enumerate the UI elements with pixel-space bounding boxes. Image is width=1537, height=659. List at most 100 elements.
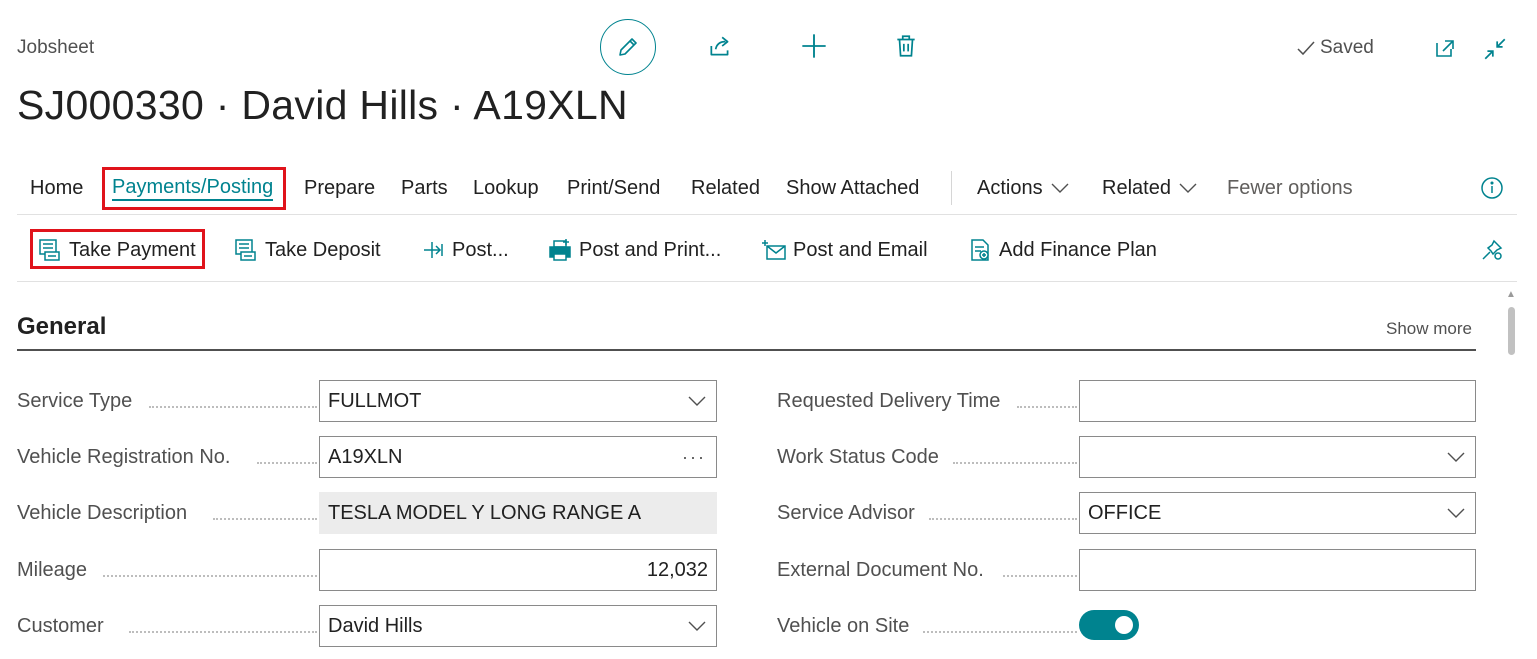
field-mileage: Mileage 12,032 <box>17 549 717 591</box>
field-service-type: Service Type FULLMOT <box>17 380 717 422</box>
menu-prepare-label: Prepare <box>304 177 376 199</box>
post-button[interactable]: Post... <box>422 234 509 266</box>
saved-label: Saved <box>1320 37 1374 58</box>
vehicle-description-value: TESLA MODEL Y LONG RANGE A <box>319 492 717 534</box>
post-and-print-button[interactable]: Post and Print... <box>547 234 721 266</box>
field-label: Requested Delivery Time <box>777 390 1001 412</box>
service-type-select[interactable]: FULLMOT <box>319 380 717 422</box>
fewer-options-button[interactable]: Fewer options <box>1227 163 1353 213</box>
add-finance-plan-button[interactable]: Add Finance Plan <box>967 234 1157 266</box>
scroll-thumb[interactable] <box>1508 307 1515 355</box>
field-value: TESLA MODEL Y LONG RANGE A <box>328 502 642 524</box>
field-leader <box>149 388 317 408</box>
field-label: Customer <box>17 615 104 637</box>
field-vehicle-description: Vehicle Description TESLA MODEL Y LONG R… <box>17 492 717 534</box>
field-value: 12,032 <box>646 559 708 581</box>
menu-print-send-label: Print/Send <box>567 177 661 199</box>
field-requested-delivery-time: Requested Delivery Time <box>777 380 1477 422</box>
printer-icon <box>549 239 571 261</box>
section-title: General <box>17 313 107 340</box>
scroll-up-arrow[interactable]: ▲ <box>1506 289 1516 300</box>
field-leader <box>257 444 317 464</box>
delete-button[interactable] <box>891 31 921 61</box>
collapse-button[interactable] <box>1480 34 1510 64</box>
finance-plan-icon <box>971 239 989 261</box>
field-label: Service Type <box>17 390 133 412</box>
field-vehicle-registration: Vehicle Registration No. A19XLN ··· <box>17 436 717 478</box>
service-advisor-select[interactable]: OFFICE <box>1079 492 1476 534</box>
field-leader <box>1017 388 1077 408</box>
page-kind: Jobsheet <box>17 37 95 58</box>
show-more-link[interactable]: Show more <box>1386 319 1472 339</box>
menu-parts[interactable]: Parts <box>401 163 448 213</box>
external-document-no-input[interactable] <box>1079 549 1476 591</box>
pin-icon <box>1482 239 1503 260</box>
take-deposit-button[interactable]: Take Deposit <box>233 234 381 266</box>
section-divider <box>17 349 1476 351</box>
toggle-knob <box>1115 616 1133 634</box>
share-icon <box>710 36 729 56</box>
mileage-input[interactable]: 12,032 <box>319 549 717 591</box>
collapse-icon <box>1484 38 1506 60</box>
field-label: Work Status Code <box>777 446 939 468</box>
payments-posting-highlight <box>102 167 286 210</box>
info-button[interactable] <box>1480 163 1504 213</box>
chevron-down-icon <box>1447 493 1465 533</box>
info-icon <box>1481 177 1503 199</box>
fewer-options-label: Fewer options <box>1227 177 1353 199</box>
menu-related-dropdown[interactable]: Related <box>1102 163 1197 213</box>
pin-button[interactable] <box>1480 234 1504 266</box>
chevron-down-icon <box>688 606 706 646</box>
post-and-email-button[interactable]: Post and Email <box>761 234 928 266</box>
menu-parts-label: Parts <box>401 177 448 199</box>
more-options-icon[interactable]: ··· <box>682 437 706 477</box>
deposit-icon <box>235 239 256 261</box>
customer-select[interactable]: David Hills <box>319 605 717 647</box>
chevron-down-icon <box>688 381 706 421</box>
share-button[interactable] <box>705 31 735 61</box>
take-payment-highlight <box>30 229 205 269</box>
field-value: OFFICE <box>1088 502 1162 524</box>
chevron-down-icon <box>1179 183 1197 193</box>
chevron-down-icon <box>1051 183 1069 193</box>
field-label: Service Advisor <box>777 502 915 524</box>
take-deposit-label: Take Deposit <box>265 238 381 261</box>
field-label: External Document No. <box>777 559 984 581</box>
plus-icon <box>802 34 826 58</box>
field-leader <box>929 500 1077 520</box>
post-and-email-label: Post and Email <box>793 238 928 261</box>
saved-status: Saved <box>1296 37 1374 59</box>
post-label: Post... <box>452 238 509 261</box>
field-label: Mileage <box>17 559 88 581</box>
trash-icon <box>897 35 915 57</box>
vertical-scrollbar[interactable]: ▲ <box>1505 289 1519 659</box>
chevron-down-icon <box>1447 437 1465 477</box>
field-leader <box>213 500 317 520</box>
field-leader <box>953 444 1077 464</box>
field-vehicle-on-site: Vehicle on Site <box>777 605 1477 647</box>
menu-related[interactable]: Related <box>691 163 760 213</box>
menu-actions-label: Actions <box>977 177 1043 199</box>
menu-print-send[interactable]: Print/Send <box>567 163 660 213</box>
field-label: Vehicle Description <box>17 502 188 524</box>
menu-prepare[interactable]: Prepare <box>304 163 375 213</box>
requested-delivery-time-input[interactable] <box>1079 380 1476 422</box>
post-icon <box>424 242 443 258</box>
vehicle-on-site-toggle[interactable] <box>1079 610 1139 640</box>
menu-actions-dropdown[interactable]: Actions <box>977 163 1069 213</box>
menu-divider <box>951 171 952 205</box>
field-customer: Customer David Hills <box>17 605 717 647</box>
field-service-advisor: Service Advisor OFFICE <box>777 492 1477 534</box>
field-label: Vehicle Registration No. <box>17 446 231 468</box>
edit-button[interactable] <box>600 19 656 75</box>
menu-lookup-label: Lookup <box>473 177 539 199</box>
new-button[interactable] <box>799 31 829 61</box>
menu-home[interactable]: Home <box>30 163 83 213</box>
menu-lookup[interactable]: Lookup <box>473 163 539 213</box>
work-status-code-select[interactable] <box>1079 436 1476 478</box>
vehicle-registration-input[interactable]: A19XLN ··· <box>319 436 717 478</box>
open-new-window-button[interactable] <box>1430 34 1460 64</box>
field-value: David Hills <box>328 615 423 637</box>
field-label: Vehicle on Site <box>777 615 910 637</box>
menu-show-attached[interactable]: Show Attached <box>786 163 919 213</box>
